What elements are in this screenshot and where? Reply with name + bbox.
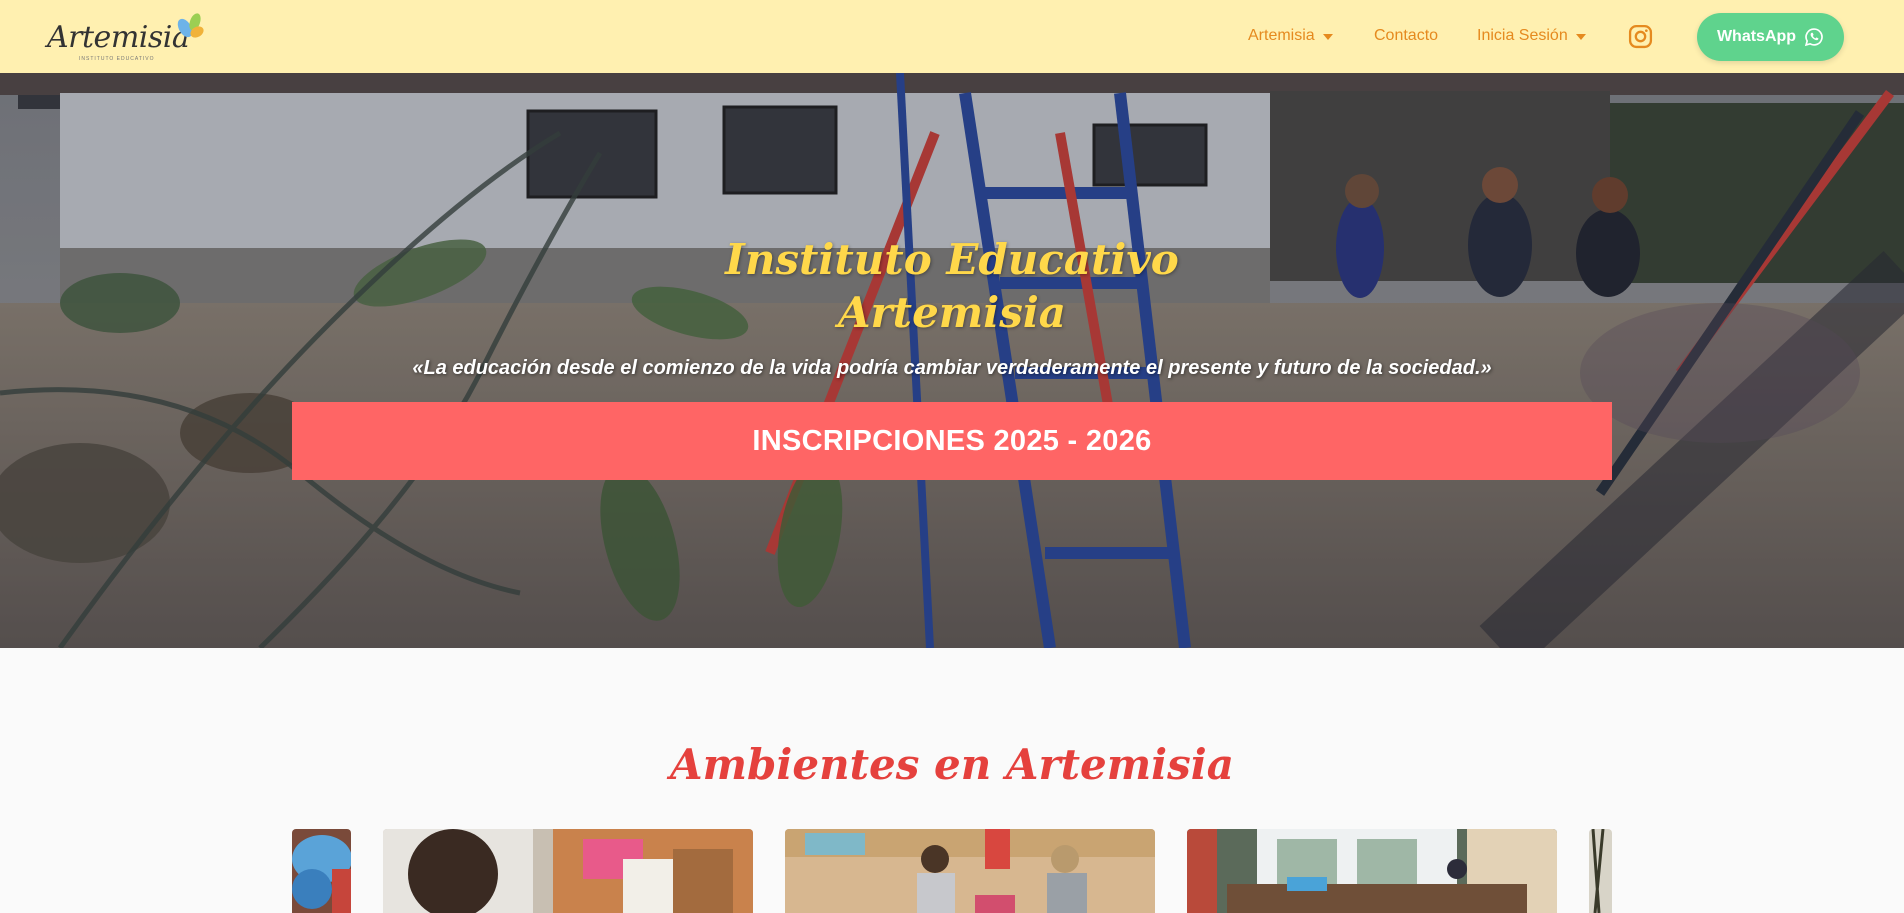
butterfly-leaf-icon	[177, 13, 204, 38]
carousel-photo	[292, 829, 351, 913]
site-logo[interactable]: Artemisia INSTITUTO EDUCATIVO	[47, 12, 207, 64]
carousel-photo	[1187, 829, 1557, 913]
site-header: Artemisia INSTITUTO EDUCATIVO Artemisia …	[0, 0, 1904, 73]
instagram-icon[interactable]	[1628, 24, 1653, 49]
nav-artemisia-label: Artemisia	[1248, 27, 1315, 44]
inscripciones-button[interactable]: INSCRIPCIONES 2025 - 2026	[292, 402, 1612, 480]
carousel-photo	[785, 829, 1155, 913]
whatsapp-icon	[1804, 28, 1823, 47]
whatsapp-button[interactable]: WhatsApp	[1697, 13, 1844, 61]
carousel-card[interactable]	[1589, 829, 1612, 913]
carousel-card[interactable]	[785, 829, 1155, 913]
nav-artemisia[interactable]: Artemisia	[1248, 27, 1333, 45]
carousel-photo	[383, 829, 753, 913]
chevron-down-icon	[1322, 34, 1333, 40]
logo-text: Artemisia	[47, 20, 190, 55]
hero-title-line2: Artemisia	[837, 288, 1067, 337]
nav-contacto[interactable]: Contacto	[1374, 27, 1438, 45]
hero-title: Instituto Educativo Artemisia	[0, 233, 1904, 339]
carousel-photo	[1589, 829, 1612, 913]
chevron-down-icon	[1575, 34, 1586, 40]
section-title: Ambientes en Artemisia	[670, 740, 1234, 789]
carousel-card[interactable]	[383, 829, 753, 913]
nav-inicia-sesion-label: Inicia Sesión	[1477, 27, 1568, 44]
nav-contacto-label: Contacto	[1374, 27, 1439, 44]
carousel-card[interactable]	[1187, 829, 1557, 913]
logo-subtitle: INSTITUTO EDUCATIVO	[79, 56, 155, 62]
hero-quote: «La educación desde el comienzo de la vi…	[412, 357, 1492, 379]
hero-title-line1: Instituto Educativo	[725, 235, 1179, 284]
carousel-card[interactable]	[292, 829, 351, 913]
hero-banner: Instituto Educativo Artemisia «La educac…	[0, 73, 1904, 648]
nav-inicia-sesion[interactable]: Inicia Sesión	[1477, 27, 1586, 45]
whatsapp-label: WhatsApp	[1716, 28, 1797, 45]
